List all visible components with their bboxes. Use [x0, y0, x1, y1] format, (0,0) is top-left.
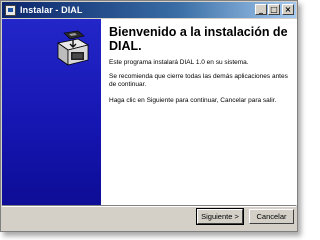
computer-install-icon [57, 30, 90, 66]
maximize-button[interactable]: □ [268, 4, 280, 15]
footer-separator [2, 205, 296, 207]
instructions-text: Haga clic en Siguiente para continuar, C… [109, 97, 277, 104]
welcome-panel: Bienvenido a la instalación de DIAL. Est… [101, 19, 297, 205]
window-title: Instalar - DIAL [20, 5, 83, 15]
close-button[interactable]: × [282, 4, 294, 15]
welcome-heading: Bienvenido a la instalación de DIAL. [109, 25, 288, 53]
cancel-button[interactable]: Cancelar [249, 209, 294, 224]
installer-window: Instalar - DIAL _ □ × Bienvenido a la in… [0, 0, 298, 232]
recommendation-text: Se recomienda que cierre todas las demás… [109, 73, 288, 88]
next-button[interactable]: Siguiente > [196, 208, 244, 225]
wizard-banner [2, 19, 101, 205]
caption-buttons: _ □ × [254, 4, 294, 15]
installer-app-icon [5, 4, 16, 16]
intro-text: Este programa instalará DIAL 1.0 en su s… [109, 59, 249, 66]
minimize-button[interactable]: _ [255, 4, 267, 15]
title-bar[interactable]: Instalar - DIAL _ □ × [2, 2, 296, 18]
